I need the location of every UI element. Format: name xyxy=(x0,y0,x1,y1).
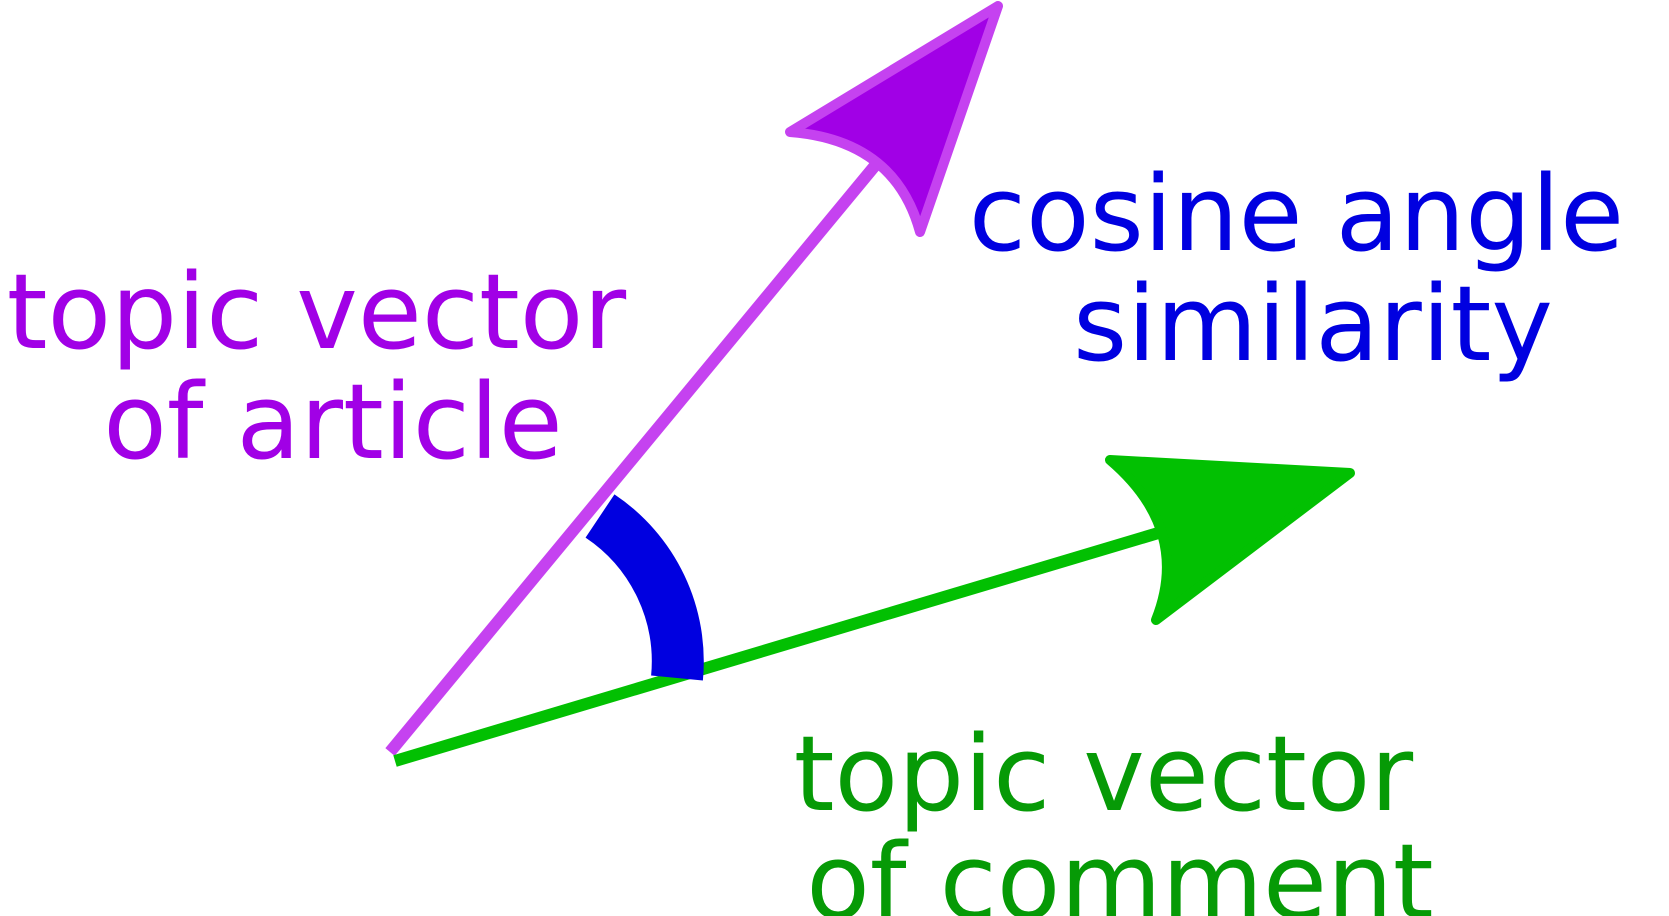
angle-label-line-2: similarity xyxy=(1073,263,1553,385)
comment-label-line-1: topic vector xyxy=(794,713,1414,835)
cosine-angle-label: cosine angle similarity xyxy=(969,153,1657,385)
article-vector-label: topic vector of article xyxy=(7,251,660,483)
cosine-similarity-diagram: topic vector of article cosine angle sim… xyxy=(7,1,1657,916)
comment-label-line-2: of comment xyxy=(806,821,1433,916)
angle-arc xyxy=(585,494,704,681)
article-label-line-1: topic vector xyxy=(7,251,627,373)
angle-label-line-1: cosine angle xyxy=(969,153,1624,275)
article-label-line-2: of article xyxy=(103,361,563,483)
article-vector-arrowhead xyxy=(785,1,1003,237)
comment-vector-label: topic vector of comment xyxy=(794,713,1447,916)
